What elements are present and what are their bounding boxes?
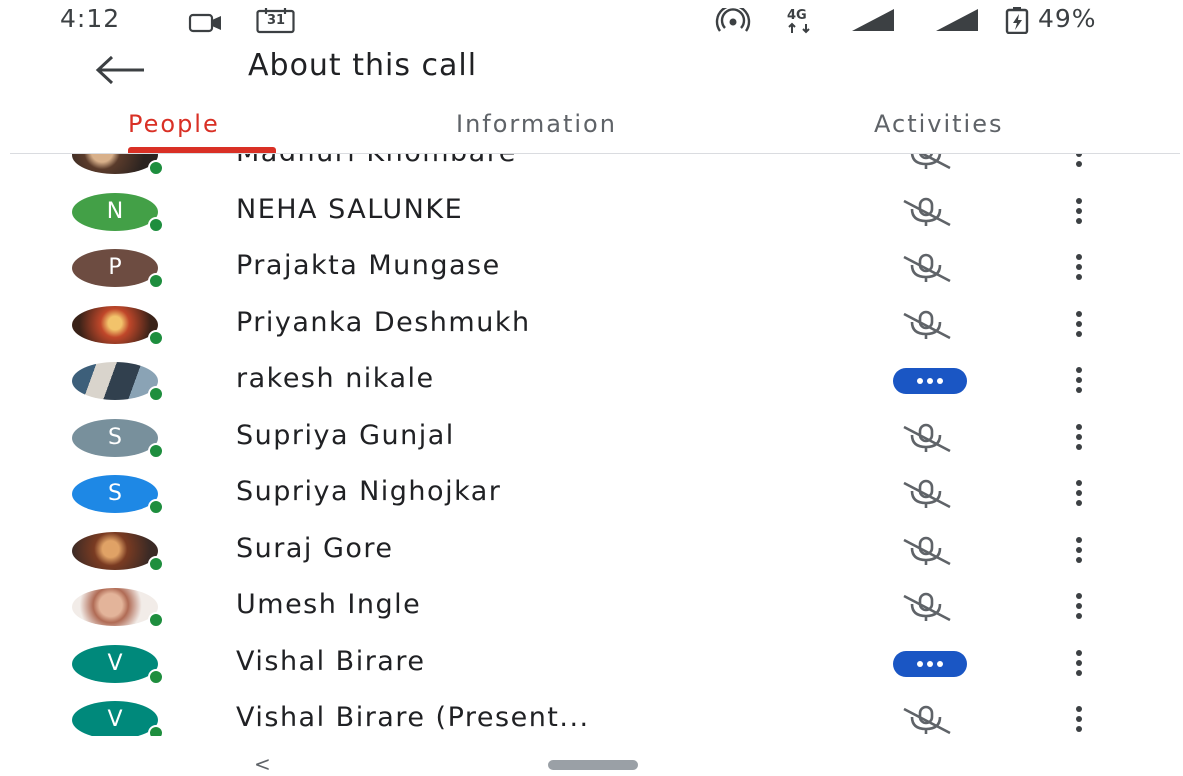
more-options-icon[interactable] bbox=[1071, 535, 1087, 565]
home-pill-icon[interactable] bbox=[548, 760, 638, 770]
avatar: S bbox=[72, 475, 164, 515]
avatar-letter: S bbox=[108, 481, 122, 506]
avatar-photo bbox=[72, 305, 158, 344]
mic-off-icon bbox=[903, 197, 951, 226]
network-4g-icon: 4G bbox=[782, 8, 818, 34]
participant-row[interactable]: Suraj Gore bbox=[0, 519, 1183, 576]
avatar bbox=[72, 362, 164, 402]
arrow-left-icon bbox=[95, 55, 144, 85]
more-options-icon[interactable] bbox=[1071, 309, 1087, 339]
more-options-icon[interactable] bbox=[1071, 154, 1087, 169]
avatar: V bbox=[72, 701, 164, 736]
online-status-dot bbox=[148, 442, 164, 459]
more-options-icon[interactable] bbox=[1071, 591, 1087, 621]
avatar-photo bbox=[72, 362, 158, 400]
avatar-photo bbox=[72, 531, 158, 570]
avatar-photo bbox=[72, 588, 158, 626]
participant-row[interactable]: N NEHA SALUNKE bbox=[0, 180, 1183, 237]
avatar bbox=[72, 588, 164, 628]
tab-information[interactable]: Information bbox=[456, 110, 617, 138]
speaking-indicator-icon bbox=[893, 650, 967, 677]
participant-row[interactable]: Umesh Ingle bbox=[0, 575, 1183, 632]
more-options-icon[interactable] bbox=[1071, 422, 1087, 452]
participant-row[interactable]: Madhuri Khombare bbox=[0, 154, 1183, 180]
page-title: About this call bbox=[248, 48, 478, 83]
signal-icon bbox=[852, 9, 894, 31]
participant-row[interactable]: V Vishal Birare (Present... bbox=[0, 688, 1183, 736]
participant-name: Vishal Birare (Present... bbox=[236, 702, 590, 733]
video-camera-icon bbox=[188, 13, 221, 33]
participant-row[interactable]: Priyanka Deshmukh bbox=[0, 293, 1183, 350]
online-status-dot bbox=[148, 216, 164, 233]
more-options-icon[interactable] bbox=[1071, 365, 1087, 395]
more-options-icon[interactable] bbox=[1071, 704, 1087, 734]
online-status-dot bbox=[148, 725, 164, 736]
status-time: 4:12 bbox=[60, 4, 121, 33]
tab-activities[interactable]: Activities bbox=[874, 110, 1004, 138]
mic-off-icon bbox=[903, 423, 951, 452]
online-status-dot bbox=[148, 273, 164, 289]
avatar bbox=[72, 154, 164, 176]
speaking-indicator-icon bbox=[893, 368, 967, 394]
status-bar: 4:12 31 4G 49% bbox=[0, 0, 1183, 40]
mic-off-icon bbox=[903, 310, 951, 339]
participant-name: Suraj Gore bbox=[236, 532, 394, 564]
more-options-icon[interactable] bbox=[1071, 478, 1087, 508]
signal-icon bbox=[936, 9, 978, 31]
avatar-letter: N bbox=[106, 198, 124, 224]
avatar bbox=[72, 305, 164, 346]
online-status-dot bbox=[148, 555, 164, 572]
participant-name: Prajakta Mungase bbox=[236, 250, 501, 281]
avatar-letter: S bbox=[108, 424, 122, 450]
participant-row[interactable]: P Prajakta Mungase bbox=[0, 236, 1183, 293]
participant-name: Madhuri Khombare bbox=[236, 154, 517, 168]
tab-bar: People Information Activities bbox=[0, 100, 1183, 154]
participant-name: Vishal Birare bbox=[236, 645, 426, 677]
avatar: V bbox=[72, 644, 164, 685]
mic-off-icon bbox=[903, 705, 951, 735]
participant-name: Priyanka Deshmukh bbox=[236, 306, 531, 338]
mic-off-icon bbox=[903, 536, 951, 565]
online-status-dot bbox=[148, 329, 164, 346]
more-options-icon[interactable] bbox=[1071, 252, 1087, 282]
participant-name: rakesh nikale bbox=[236, 363, 435, 394]
battery-percent: 49% bbox=[1038, 4, 1097, 33]
back-button[interactable] bbox=[92, 50, 152, 90]
mic-off-icon bbox=[903, 479, 951, 509]
participant-name: Supriya Nighojkar bbox=[236, 476, 502, 507]
participant-name: Umesh Ingle bbox=[236, 589, 422, 620]
avatar bbox=[72, 531, 164, 572]
participant-row[interactable]: S Supriya Nighojkar bbox=[0, 462, 1183, 519]
mic-off-icon bbox=[903, 592, 951, 622]
avatar-letter: V bbox=[107, 707, 123, 732]
online-status-dot bbox=[148, 499, 164, 515]
avatar: P bbox=[72, 249, 164, 289]
hotspot-icon bbox=[715, 8, 751, 32]
online-status-dot bbox=[148, 612, 164, 628]
calendar-icon: 31 bbox=[256, 8, 296, 34]
avatar-letter: V bbox=[107, 650, 123, 676]
more-options-icon[interactable] bbox=[1071, 196, 1087, 226]
mic-off-icon bbox=[910, 154, 951, 170]
calendar-day: 31 bbox=[266, 13, 286, 28]
participant-name: NEHA SALUNKE bbox=[236, 193, 464, 225]
tab-people[interactable]: People bbox=[128, 110, 220, 138]
online-status-dot bbox=[148, 386, 164, 402]
avatar: N bbox=[72, 192, 164, 233]
online-status-dot bbox=[148, 160, 164, 176]
participant-row[interactable]: rakesh nikale bbox=[0, 349, 1183, 406]
avatar-photo bbox=[72, 154, 158, 174]
battery-saver-icon bbox=[1005, 7, 1029, 34]
nav-back-button[interactable]: < bbox=[254, 752, 271, 776]
participant-list[interactable]: Madhuri Khombare N NEHA SALUNKE P Prajakta M… bbox=[0, 154, 1183, 736]
participant-name: Supriya Gunjal bbox=[236, 419, 455, 451]
online-status-dot bbox=[148, 668, 164, 685]
participant-row[interactable]: S Supriya Gunjal bbox=[0, 406, 1183, 463]
more-options-icon[interactable] bbox=[1071, 648, 1087, 678]
participant-row[interactable]: V Vishal Birare bbox=[0, 632, 1183, 689]
mic-off-icon bbox=[903, 253, 951, 283]
avatar: S bbox=[72, 418, 164, 459]
avatar-letter: P bbox=[108, 255, 122, 280]
